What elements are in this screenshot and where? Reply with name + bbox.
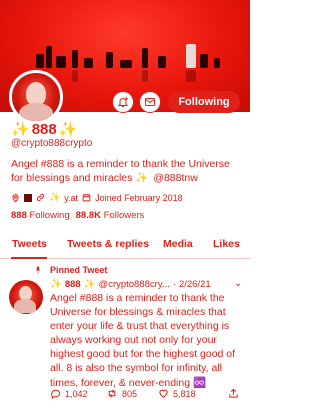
bio-mention-link[interactable]: @888tnw	[153, 172, 198, 184]
follow-counts: 888 Following 88.8K Followers	[11, 210, 144, 221]
tweet-header: ✨ 888 ✨ @crypto888cry... · 2/26/21	[50, 279, 211, 290]
pin-icon	[35, 266, 41, 274]
following-count: 888	[11, 210, 27, 221]
sparkle-icon: ✨	[58, 121, 78, 138]
notifications-button[interactable]	[112, 91, 134, 113]
link-icon	[36, 193, 45, 202]
sparkle-icon: ✨	[50, 279, 62, 290]
retweet-icon	[108, 389, 116, 398]
banner-artwork	[10, 38, 240, 68]
reply-icon	[51, 389, 61, 399]
bell-plus-icon	[117, 97, 129, 107]
tab-tweets-replies[interactable]: Tweets & replies	[67, 238, 149, 250]
link-sparkle: ✨	[49, 192, 61, 202]
pinned-tweet-label: Pinned Tweet	[50, 265, 108, 275]
profile-handle: @crypto888crypto	[11, 138, 93, 149]
more-options-icon[interactable]: ⌄	[234, 278, 242, 289]
location-icon	[12, 193, 19, 202]
followers-label: Followers	[103, 210, 145, 221]
profile-tabs: Tweets Tweets & replies Media Likes	[0, 233, 250, 259]
message-button[interactable]	[139, 91, 161, 113]
like-button[interactable]: 5,818	[158, 388, 196, 399]
profile-link[interactable]: y.at	[64, 193, 78, 203]
profile-avatar[interactable]	[9, 70, 63, 124]
tweet-separator: ·	[172, 279, 176, 290]
sparkle-icon: ✨	[83, 279, 96, 290]
retweet-count: 805	[122, 388, 138, 399]
following-count-link[interactable]: 888 Following	[11, 210, 70, 221]
tweet-date[interactable]: 2/26/21	[179, 279, 211, 290]
tweet-author-name[interactable]: 888	[65, 279, 81, 290]
tab-tweets[interactable]: Tweets	[12, 238, 47, 250]
sparkle-icon: ✨	[11, 121, 30, 138]
tweet-author-handle[interactable]: @crypto888cry...	[99, 279, 170, 290]
like-count: 5,818	[173, 388, 196, 399]
share-button[interactable]	[228, 388, 239, 399]
followers-count-link[interactable]: 88.8K Followers	[76, 210, 145, 221]
retweet-button[interactable]: 805	[106, 388, 137, 399]
tab-media[interactable]: Media	[163, 238, 193, 250]
location-flag	[24, 193, 32, 202]
tweet-avatar[interactable]	[9, 280, 43, 314]
calendar-icon	[82, 194, 91, 202]
profile-meta: ✨ y.at Joined February 2018	[11, 192, 183, 203]
tweet-text: Angel #888 is a reminder to thank the Un…	[50, 292, 236, 389]
profile-name: ✨ 888 ✨	[11, 120, 78, 139]
joined-date: Joined February 2018	[95, 192, 183, 203]
mail-icon	[145, 98, 155, 106]
following-label: Following	[29, 210, 70, 221]
following-button[interactable]: Following	[168, 91, 240, 113]
profile-bio: Angel #888 is a reminder to thank the Un…	[11, 157, 243, 185]
share-icon	[229, 388, 238, 398]
tweet-avatar-body	[14, 299, 36, 313]
active-tab-indicator	[11, 257, 47, 259]
reply-count: 1,042	[65, 388, 88, 399]
tab-likes[interactable]: Likes	[213, 238, 240, 250]
profile-name-text: 888	[31, 120, 57, 138]
heart-icon	[159, 389, 168, 398]
followers-count: 88.8K	[75, 210, 101, 221]
reply-button[interactable]: 1,042	[50, 388, 88, 399]
